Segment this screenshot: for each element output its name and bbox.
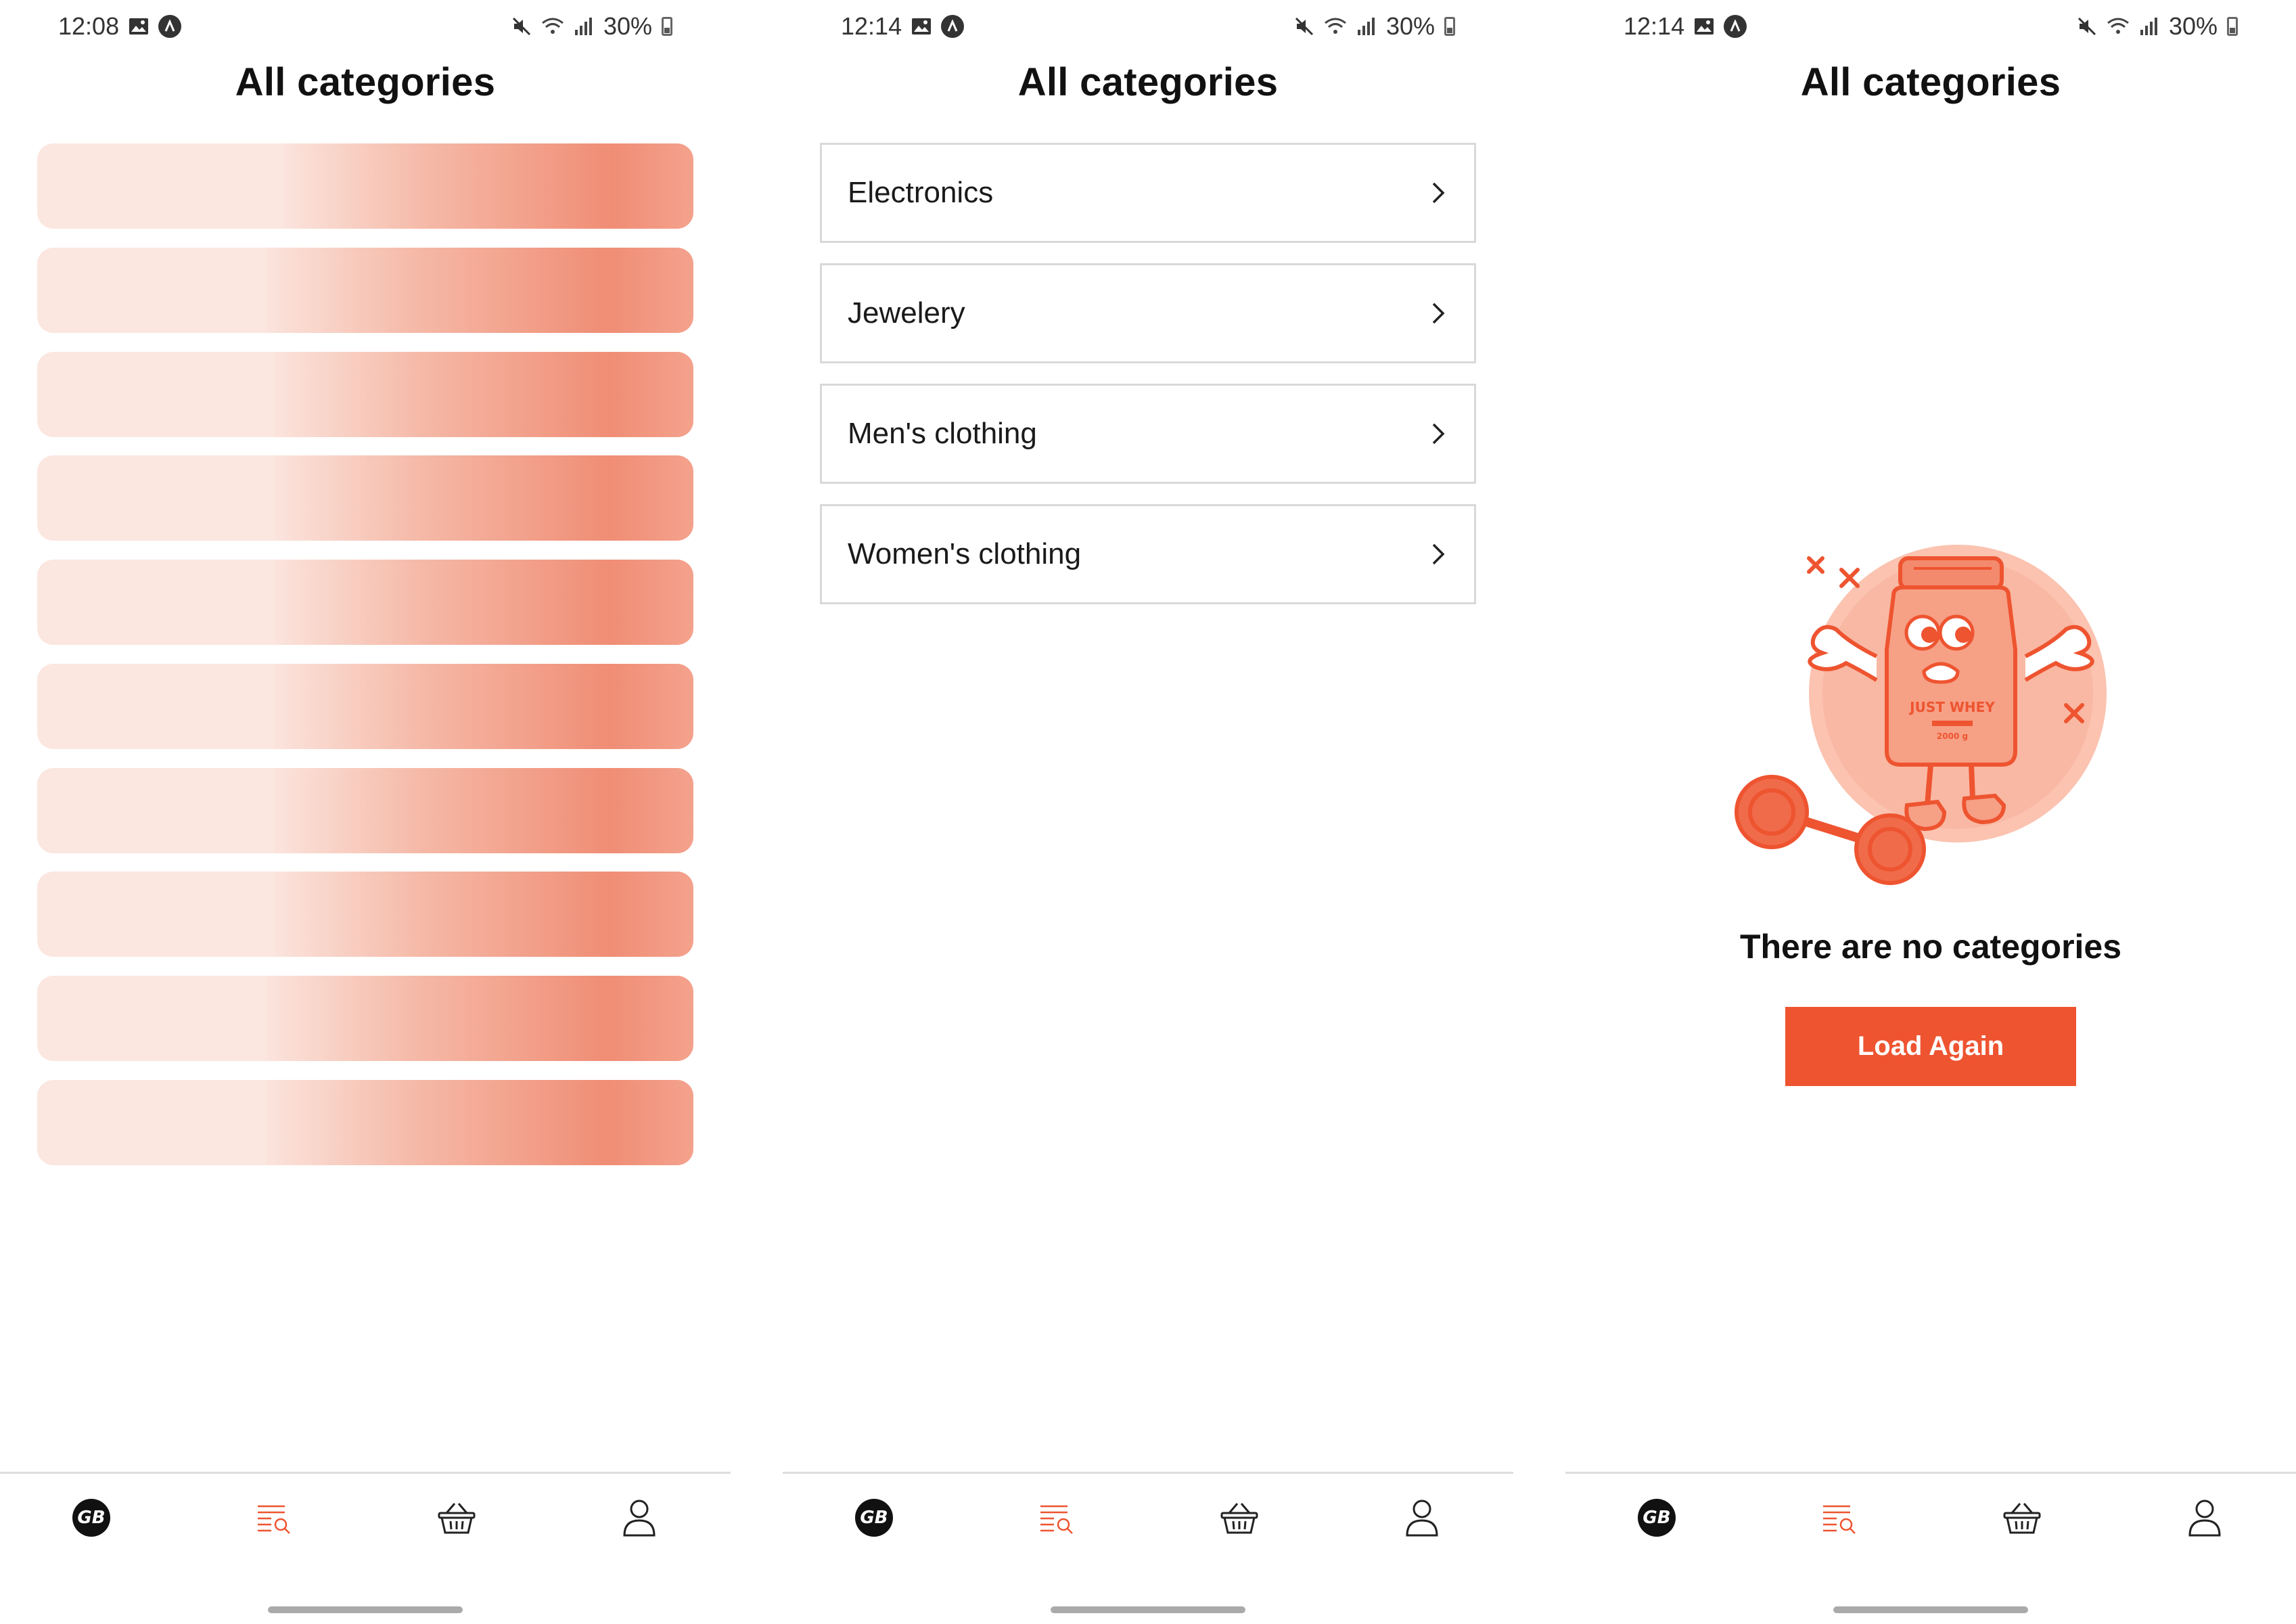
- chevron-right-icon: [1432, 302, 1445, 324]
- status-time: 12:14: [1624, 12, 1685, 40]
- category-label: Women's clothing: [848, 537, 1082, 570]
- categories-search-icon: [1823, 1505, 1856, 1534]
- skeleton-row: [37, 560, 693, 645]
- bottom-nav: GB: [0, 1472, 731, 1562]
- category-label: Electronics: [848, 176, 994, 209]
- empty-state-message: There are no categories: [1739, 928, 2122, 966]
- category-label: Men's clothing: [848, 417, 1037, 450]
- categories-search-icon: [1040, 1505, 1073, 1534]
- gesture-bar[interactable]: [268, 1606, 463, 1613]
- gallery-notification-icon: [129, 18, 149, 35]
- phone-screen-loading: 12:08 30% All categories GB: [0, 0, 731, 1624]
- status-time: 12:14: [841, 12, 902, 40]
- category-item-electronics[interactable]: Electronics: [820, 143, 1476, 243]
- gallery-notification-icon: [912, 18, 932, 35]
- status-bar: 12:14 30%: [841, 9, 1455, 43]
- mute-icon: [512, 17, 530, 36]
- chevron-right-icon: [1432, 182, 1445, 204]
- basket-icon: [438, 1503, 476, 1534]
- mute-icon: [1295, 17, 1313, 36]
- nav-profile[interactable]: [1331, 1474, 1513, 1562]
- load-again-button[interactable]: Load Again: [1785, 1007, 2076, 1086]
- phone-screen-loaded: 12:14 30% All categories Electronics Jew…: [783, 0, 1513, 1624]
- categories-search-icon: [258, 1505, 290, 1534]
- skeleton-row: [37, 143, 693, 229]
- skeleton-row: [37, 664, 693, 749]
- chevron-right-icon: [1432, 543, 1445, 565]
- status-bar: 12:14 30%: [1624, 9, 2238, 43]
- battery-percent: 30%: [603, 12, 652, 40]
- phone-screen-empty: 12:14 30% All categories JUST WHEY 2000 …: [1565, 0, 2296, 1624]
- battery-icon: [1444, 17, 1455, 36]
- app-notification-icon: [1724, 15, 1747, 38]
- nav-profile[interactable]: [548, 1474, 731, 1562]
- page-title: All categories: [1800, 60, 2061, 104]
- user-icon: [1406, 1499, 1438, 1537]
- svg-text:JUST WHEY: JUST WHEY: [1908, 699, 1995, 715]
- status-time: 12:08: [58, 12, 120, 40]
- app-notification-icon: [158, 15, 182, 38]
- battery-percent: 30%: [2168, 12, 2218, 40]
- category-item-mens-clothing[interactable]: Men's clothing: [820, 384, 1476, 484]
- nav-categories[interactable]: [965, 1474, 1148, 1562]
- nav-cart[interactable]: [1931, 1474, 2113, 1562]
- skeleton-row: [37, 352, 693, 437]
- app-notification-icon: [941, 15, 965, 38]
- skeleton-row: [37, 455, 693, 541]
- svg-text:2000 g: 2000 g: [1937, 731, 1968, 741]
- nav-home[interactable]: GB: [0, 1474, 183, 1562]
- skeleton-row: [37, 872, 693, 957]
- wifi-icon: [542, 18, 564, 34]
- gallery-notification-icon: [1695, 18, 1714, 35]
- page-title: All categories: [1017, 60, 1279, 104]
- mute-icon: [2077, 17, 2096, 36]
- screenshot-collage: 12:08 30% All categories GB 12:14 30% Al…: [0, 0, 2296, 1624]
- skeleton-row: [37, 248, 693, 333]
- battery-percent: 30%: [1385, 12, 1435, 40]
- user-icon: [623, 1499, 656, 1537]
- battery-icon: [662, 17, 672, 36]
- bottom-nav: GB: [1565, 1472, 2296, 1562]
- signal-icon: [1357, 18, 1375, 35]
- skeleton-row: [37, 1080, 693, 1165]
- nav-home[interactable]: GB: [1565, 1474, 1748, 1562]
- nav-home[interactable]: GB: [783, 1474, 965, 1562]
- user-icon: [2188, 1499, 2221, 1537]
- signal-icon: [2140, 18, 2157, 35]
- chevron-right-icon: [1432, 423, 1445, 445]
- bottom-nav: GB: [783, 1472, 1513, 1562]
- gesture-bar[interactable]: [1833, 1606, 2028, 1613]
- empty-state-illustration: JUST WHEY 2000 g: [1735, 545, 2107, 885]
- gb-logo-icon: GB: [1638, 1499, 1676, 1537]
- category-item-womens-clothing[interactable]: Women's clothing: [820, 504, 1476, 604]
- gb-logo-icon: GB: [855, 1499, 893, 1537]
- basket-icon: [1220, 1503, 1258, 1534]
- skeleton-row: [37, 768, 693, 853]
- gesture-bar[interactable]: [1051, 1606, 1245, 1613]
- nav-profile[interactable]: [2113, 1474, 2296, 1562]
- nav-categories[interactable]: [183, 1474, 365, 1562]
- nav-categories[interactable]: [1748, 1474, 1931, 1562]
- wifi-icon: [2107, 18, 2129, 34]
- battery-icon: [2227, 17, 2238, 36]
- status-bar: 12:08 30%: [58, 9, 672, 43]
- nav-cart[interactable]: [1148, 1474, 1331, 1562]
- page-title: All categories: [235, 60, 496, 104]
- category-label: Jewelery: [848, 296, 965, 330]
- wifi-icon: [1325, 18, 1346, 34]
- signal-icon: [574, 18, 592, 35]
- skeleton-row: [37, 976, 693, 1061]
- category-item-jewelery[interactable]: Jewelery: [820, 263, 1476, 363]
- nav-cart[interactable]: [365, 1474, 548, 1562]
- gb-logo-icon: GB: [72, 1499, 110, 1537]
- basket-icon: [2003, 1503, 2041, 1534]
